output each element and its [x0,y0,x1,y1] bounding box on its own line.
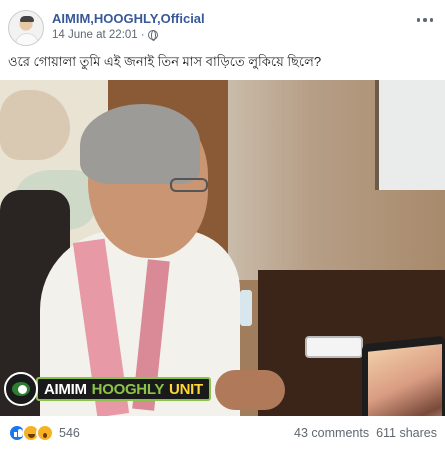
post-photo[interactable]: AIMIM HOOGHLY UNIT [0,80,445,416]
avatar-body [15,33,39,45]
photo-hands [215,370,285,410]
watermark-logo-icon [4,372,38,406]
wow-icon [36,424,54,442]
post-timestamp[interactable]: 14 June at 22:01 [52,29,138,41]
watermark-banner: AIMIM HOOGHLY UNIT [36,377,211,401]
post-stats: 43 comments 611 shares [294,426,437,440]
meta-separator: · [140,29,145,41]
photo-tablet [362,335,445,416]
post-caption: ওরে গোয়ালা তুমি এই জনাই তিন মাস বাড়িতে… [8,54,322,69]
photo-tablet-screen [368,343,442,416]
watermark-text-1: AIMIM [44,380,87,398]
shares-link[interactable]: 611 shares [376,426,437,440]
more-options-icon[interactable] [413,12,437,28]
post-meta: 14 June at 22:01 · [52,29,158,41]
comments-link[interactable]: 43 comments [294,426,369,440]
image-watermark: AIMIM HOOGHLY UNIT [4,372,211,406]
photo-phone [305,336,363,358]
globe-icon [147,30,158,41]
reaction-count: 546 [59,426,80,440]
avatar-hair [20,16,34,22]
photo-person-hair [80,104,200,184]
post-header: AIMIM,HOOGHLY,Official 14 June at 22:01 … [8,8,437,48]
page-name-link[interactable]: AIMIM,HOOGHLY,Official [52,11,205,26]
photo-window [375,80,445,190]
photo-bottle [240,290,252,326]
page-avatar[interactable] [8,10,44,46]
reactions-summary[interactable]: 546 [8,424,80,442]
watermark-text-2: HOOGHLY [91,380,165,398]
post-footer: 546 43 comments 611 shares [8,424,437,446]
watermark-text-3: UNIT [169,380,203,398]
photo-glasses [170,178,208,192]
